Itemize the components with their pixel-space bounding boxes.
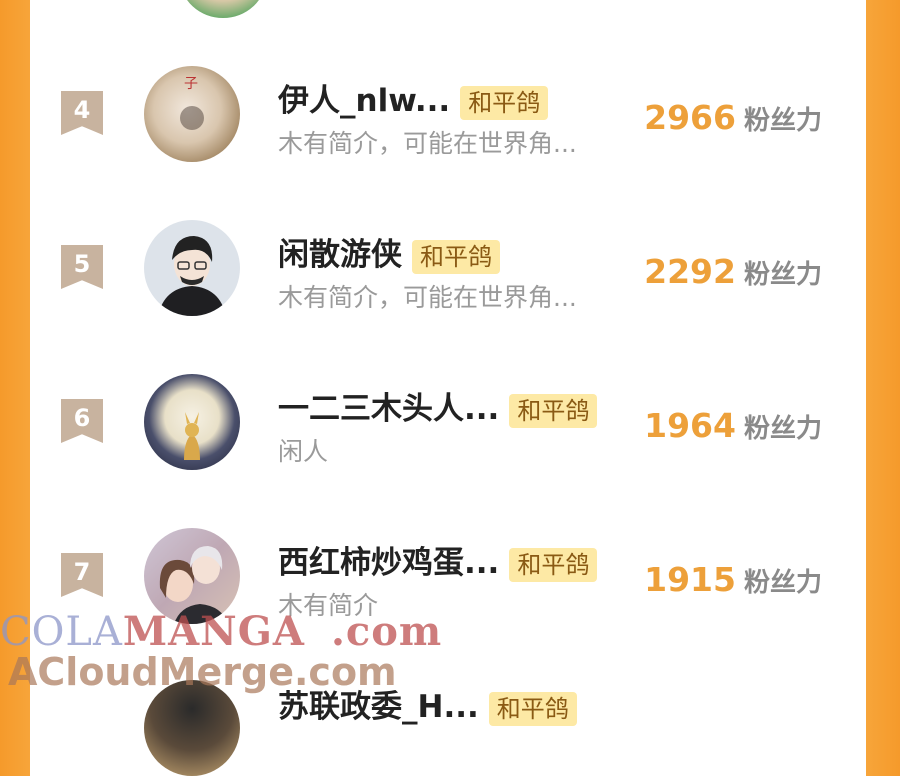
- fan-score: 1915 粉丝力: [644, 560, 822, 599]
- user-bio: 木有简介，可能在世界角...: [278, 129, 577, 158]
- avatar[interactable]: 子: [144, 66, 240, 162]
- avatar[interactable]: [144, 220, 240, 316]
- list-item[interactable]: 6 一二三木头人... 和平鸽 闲人 1964 粉丝力: [30, 372, 866, 472]
- user-name-text: 闲散游侠: [278, 237, 402, 273]
- fan-score-unit: 粉丝力: [743, 260, 822, 290]
- rank-badge: 5: [61, 245, 103, 289]
- user-name[interactable]: 伊人_nlw... 和平鸽: [278, 82, 549, 120]
- list-item[interactable]: 5 闲散游侠 和平鸽 木有简介，可能在世界角... 2292 粉丝力: [30, 218, 866, 318]
- fan-score-unit: 粉丝力: [743, 568, 822, 598]
- rank-badge: 4: [61, 91, 103, 135]
- user-name[interactable]: 闲散游侠 和平鸽: [278, 236, 500, 274]
- fan-score-unit: 粉丝力: [743, 106, 822, 136]
- user-bio: 闲人: [278, 437, 329, 466]
- fan-score-value: 2966: [644, 98, 736, 137]
- watermark-part: COLA: [0, 609, 123, 655]
- rank-badge: 7: [61, 553, 103, 597]
- fan-score-value: 2292: [644, 252, 736, 291]
- tag-badge: 和平鸽: [488, 691, 577, 726]
- tag-badge: 和平鸽: [412, 239, 500, 274]
- user-name-text: 一二三木头人...: [278, 391, 500, 427]
- tag-badge: 和平鸽: [509, 547, 598, 582]
- fan-score: 1964 粉丝力: [644, 406, 822, 445]
- fan-score: 2292 粉丝力: [644, 252, 822, 291]
- avatar[interactable]: [144, 374, 240, 470]
- rank-badge: 6: [61, 399, 103, 443]
- user-name-text: 苏联政委_H...: [278, 689, 479, 725]
- avatar[interactable]: [180, 0, 266, 18]
- fan-score-unit: 粉丝力: [743, 414, 822, 444]
- user-name[interactable]: 西红柿炒鸡蛋... 和平鸽: [278, 544, 598, 582]
- tag-badge: 和平鸽: [460, 85, 549, 120]
- user-bio: 木有简介，可能在世界角...: [278, 283, 577, 312]
- watermark-line-1: COLAMANGA .com: [0, 608, 442, 655]
- watermark-line-2: ACloudMerge.com: [8, 650, 397, 694]
- user-name-text: 伊人_nlw...: [278, 83, 451, 119]
- ranking-panel: 4 子 伊人_nlw... 和平鸽 木有简介，可能在世界角... 2966 粉丝力 …: [30, 0, 866, 776]
- fan-score: 2966 粉丝力: [644, 98, 822, 137]
- avatar[interactable]: [144, 680, 240, 776]
- svg-text:子: 子: [184, 76, 198, 92]
- list-item[interactable]: 4 子 伊人_nlw... 和平鸽 木有简介，可能在世界角... 2966 粉丝力: [30, 64, 866, 164]
- fan-score-value: 1964: [644, 406, 736, 445]
- user-name-text: 西红柿炒鸡蛋...: [278, 545, 500, 581]
- user-name[interactable]: 一二三木头人... 和平鸽: [278, 390, 598, 428]
- tag-badge: 和平鸽: [509, 393, 598, 428]
- watermark-part: MANGA: [122, 608, 305, 655]
- watermark-part: .com: [330, 608, 443, 655]
- fan-score-value: 1915: [644, 560, 736, 599]
